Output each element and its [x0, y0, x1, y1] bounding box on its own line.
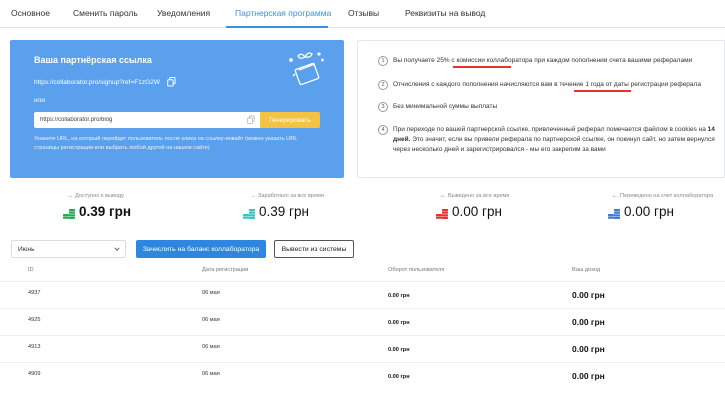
table-row: 4937 06 мая 0.00 грн 0.00 грн [0, 281, 725, 308]
arrow-left-icon: ← [612, 193, 618, 199]
cell-income: 0.00 грн [572, 344, 605, 354]
info-highlight: 25% с комиссии [436, 57, 485, 64]
info-text: Это значит, если вы привели реферала по … [393, 136, 715, 154]
or-label: или [34, 97, 46, 104]
referral-hint: Укажите URL, на который перейдет пользов… [34, 136, 298, 151]
withdraw-button[interactable]: Вывести из системы [274, 240, 354, 258]
stat-value: 0.39 грн [79, 204, 132, 219]
info-number: 4 [378, 125, 388, 135]
stat-label-text: Переведено на счет коллаборатора [620, 193, 714, 199]
coins-icon [436, 209, 448, 219]
cell-date: 06 мая [202, 371, 220, 377]
cell-id: 4909 [28, 371, 41, 377]
chevron-down-icon [114, 247, 120, 251]
stat-label: → Заработано за все время [250, 193, 324, 199]
tab-change-password[interactable]: Сменить пароль [73, 8, 138, 18]
cell-id: 4925 [28, 317, 41, 323]
coins-icon [608, 209, 620, 219]
generate-button[interactable]: Генерировать [260, 112, 320, 128]
stat-label: ← Переведено на счет коллаборатора [612, 193, 713, 199]
arrow-right-icon: → [250, 193, 256, 199]
program-info-card: 1 Вы получаете 25% с комиссии коллаборат… [357, 40, 725, 178]
stat-label-text: Доступно к выводу [75, 193, 124, 199]
cell-turnover: 0.00 грн [388, 293, 410, 299]
column-header-income: Ваш доход [572, 267, 601, 273]
cell-income: 0.00 грн [572, 371, 605, 381]
stat-value: 0.00 грн [452, 204, 502, 219]
cell-date: 06 мая [202, 317, 220, 323]
arrow-right-icon: → [67, 193, 73, 199]
copy-icon[interactable] [167, 77, 176, 87]
coins-icon [243, 209, 255, 219]
coins-icon [63, 209, 75, 219]
cell-income: 0.00 грн [572, 290, 605, 300]
column-header-turnover: Оборот пользователя [388, 267, 445, 273]
cell-date: 06 мая [202, 290, 220, 296]
gift-icon [289, 52, 324, 86]
table-row: 4909 06 мая 0.00 грн 0.00 грн [0, 362, 725, 389]
stat-label: → Доступно к выводу [67, 193, 124, 199]
column-header-id: ID [28, 267, 34, 273]
referral-link-card: Ваша партнёрская ссылка https://collabor… [10, 40, 344, 178]
stat-label-text: Выведено за все время [448, 193, 510, 199]
red-underline [574, 90, 631, 92]
stat-value: 0.00 грн [624, 204, 674, 219]
redirect-url-input[interactable] [34, 112, 260, 128]
stat-label: ← Выведено за все время [440, 193, 509, 199]
tab-notifications[interactable]: Уведомления [157, 8, 210, 18]
copy-input-icon[interactable] [247, 115, 255, 125]
info-highlight: в течение 1 года [554, 81, 604, 88]
info-text: коллаборатора при каждом пополнении счет… [484, 57, 693, 64]
month-select-value: Июнь [18, 246, 35, 253]
referral-link: https://collaborator.pro/signup?ref=F1zG… [34, 79, 160, 86]
info-text: Вы получаете [393, 57, 437, 64]
table-row: 4913 06 мая 0.00 грн 0.00 грн [0, 335, 725, 362]
cell-date: 06 мая [202, 344, 220, 350]
cell-id: 4913 [28, 344, 41, 350]
tab-reviews[interactable]: Отзывы [348, 8, 379, 18]
stat-label-text: Заработано за все время [258, 193, 324, 199]
arrow-left-icon: ← [440, 193, 446, 199]
info-text: Отчисления с каждого пополнения начисляю… [393, 81, 555, 88]
info-text: Без минимальной суммы выплаты [393, 103, 498, 110]
info-number: 2 [378, 80, 388, 90]
month-select[interactable]: Июнь [11, 240, 126, 258]
active-tab-indicator [226, 26, 328, 28]
cell-id: 4937 [28, 290, 41, 296]
stat-value: 0.39 грн [259, 204, 309, 219]
cell-turnover: 0.00 грн [388, 320, 410, 326]
tab-bar: Основное Сменить пароль Уведомления Парт… [0, 0, 725, 28]
credit-to-balance-button[interactable]: Зачислить на баланс коллаборатора [136, 240, 266, 258]
column-header-date: Дата регистрации [202, 267, 249, 273]
table-row: 4925 06 мая 0.00 грн 0.00 грн [0, 308, 725, 335]
cell-turnover: 0.00 грн [388, 374, 410, 380]
info-number: 1 [378, 56, 388, 66]
cell-turnover: 0.00 грн [388, 347, 410, 353]
info-number: 3 [378, 102, 388, 112]
info-text: При переходе по вашей партнерской ссылке… [393, 126, 708, 133]
tab-payout-details[interactable]: Реквизиты на вывод [405, 8, 485, 18]
referral-title: Ваша партнёрская ссылка [34, 55, 152, 65]
tab-main[interactable]: Основное [11, 8, 50, 18]
info-text: от даты регистрации реферала [603, 81, 701, 88]
red-underline [453, 66, 511, 68]
cell-income: 0.00 грн [572, 317, 605, 327]
tab-partner-program[interactable]: Партнерская программа [235, 8, 331, 18]
